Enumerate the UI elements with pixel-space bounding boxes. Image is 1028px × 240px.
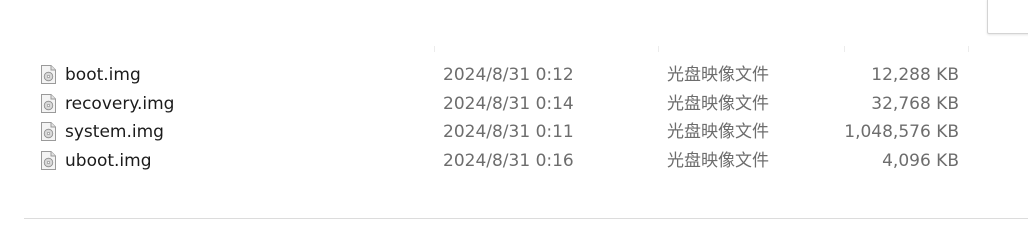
file-type: 光盘映像文件	[667, 94, 769, 114]
disc-image-file-icon	[41, 151, 56, 170]
file-row-boot[interactable]: boot.img 2024/8/31 0:12 光盘映像文件 12,288 KB	[36, 61, 986, 90]
file-size: 12,288 KB	[871, 65, 959, 85]
file-size: 4,096 KB	[882, 151, 959, 171]
disc-image-file-icon	[41, 94, 56, 113]
status-divider	[24, 218, 1028, 219]
file-size: 1,048,576 KB	[844, 122, 959, 142]
file-name[interactable]: system.img	[65, 118, 164, 147]
file-date-modified: 2024/8/31 0:16	[443, 151, 574, 171]
column-separator[interactable]	[968, 46, 969, 52]
file-row-system[interactable]: system.img 2024/8/31 0:11 光盘映像文件 1,048,5…	[36, 118, 986, 147]
file-row-uboot[interactable]: uboot.img 2024/8/31 0:16 光盘映像文件 4,096 KB	[36, 147, 986, 176]
disc-image-file-icon	[41, 65, 56, 84]
file-date-modified: 2024/8/31 0:12	[443, 65, 574, 85]
column-separator[interactable]	[844, 46, 845, 52]
file-type: 光盘映像文件	[667, 122, 769, 142]
file-name[interactable]: recovery.img	[65, 90, 174, 119]
view-options-box[interactable]	[987, 0, 1028, 34]
file-explorer-list: boot.img 2024/8/31 0:12 光盘映像文件 12,288 KB…	[0, 0, 1028, 225]
file-type: 光盘映像文件	[667, 65, 769, 85]
file-date-modified: 2024/8/31 0:11	[443, 122, 574, 142]
file-name[interactable]: boot.img	[65, 61, 141, 90]
file-size: 32,768 KB	[871, 94, 959, 114]
file-row-recovery[interactable]: recovery.img 2024/8/31 0:14 光盘映像文件 32,76…	[36, 90, 986, 119]
disc-image-file-icon	[41, 122, 56, 141]
column-separator[interactable]	[658, 46, 659, 52]
file-type: 光盘映像文件	[667, 151, 769, 171]
column-separator[interactable]	[434, 46, 435, 52]
file-name[interactable]: uboot.img	[65, 147, 152, 176]
file-date-modified: 2024/8/31 0:14	[443, 94, 574, 114]
